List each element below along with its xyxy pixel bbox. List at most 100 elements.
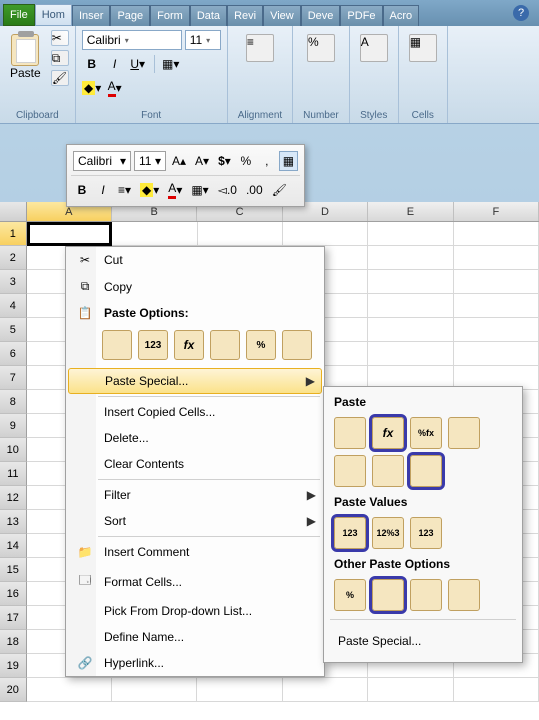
- fill-color-button[interactable]: ◆▾: [82, 78, 102, 98]
- ctx-sort[interactable]: Sort▶: [66, 508, 324, 534]
- cell[interactable]: [112, 222, 197, 246]
- mt-format-painter[interactable]: 🖌: [269, 180, 290, 200]
- mt-percent[interactable]: %: [237, 151, 255, 171]
- font-name-combo[interactable]: Calibri▾: [82, 30, 182, 50]
- row-header[interactable]: 7: [0, 366, 27, 390]
- number-icon[interactable]: %: [307, 34, 335, 62]
- ctx-define-name[interactable]: Define Name...: [66, 624, 324, 650]
- mt-currency[interactable]: $▾: [215, 151, 234, 171]
- row-header[interactable]: 16: [0, 582, 27, 606]
- paste-transpose-icon[interactable]: [210, 330, 240, 360]
- row-header[interactable]: 17: [0, 606, 27, 630]
- mt-bold[interactable]: B: [73, 180, 91, 200]
- ctx-format-cells[interactable]: 🗔Format Cells...: [66, 565, 324, 598]
- tab-acrobat[interactable]: Acro: [383, 5, 420, 26]
- select-all-corner[interactable]: [0, 202, 27, 221]
- copy-icon[interactable]: ⧉: [51, 50, 69, 66]
- sub-values-source-fmt[interactable]: 123: [410, 517, 442, 549]
- row-header[interactable]: 9: [0, 414, 27, 438]
- ctx-paste-special[interactable]: Paste Special... ▶: [68, 368, 322, 394]
- row-header[interactable]: 11: [0, 462, 27, 486]
- sub-values-number-fmt[interactable]: 12%3: [372, 517, 404, 549]
- ctx-pick-list[interactable]: Pick From Drop-down List...: [66, 598, 324, 624]
- row-header[interactable]: 3: [0, 270, 27, 294]
- sub-picture[interactable]: [410, 579, 442, 611]
- bold-button[interactable]: B: [82, 54, 102, 74]
- cell[interactable]: [368, 222, 453, 246]
- sub-paste-col-widths[interactable]: [372, 455, 404, 487]
- cell[interactable]: [197, 678, 282, 702]
- cell[interactable]: [368, 318, 453, 342]
- row-header[interactable]: 2: [0, 246, 27, 270]
- cell[interactable]: [454, 270, 539, 294]
- mt-size-combo[interactable]: 11▾: [134, 151, 166, 171]
- row-header[interactable]: 4: [0, 294, 27, 318]
- row-header[interactable]: 6: [0, 342, 27, 366]
- ctx-clear-contents[interactable]: Clear Contents: [66, 451, 324, 477]
- tab-page-layout[interactable]: Page: [110, 5, 150, 26]
- row-header[interactable]: 13: [0, 510, 27, 534]
- cell[interactable]: [454, 318, 539, 342]
- mt-align[interactable]: ≡▾: [115, 180, 134, 200]
- row-header[interactable]: 10: [0, 438, 27, 462]
- cell[interactable]: [368, 342, 453, 366]
- ctx-insert-copied[interactable]: Insert Copied Cells...: [66, 399, 324, 425]
- tab-developer[interactable]: Deve: [301, 5, 341, 26]
- row-header[interactable]: 5: [0, 318, 27, 342]
- cell[interactable]: [454, 246, 539, 270]
- cell[interactable]: [283, 222, 368, 246]
- cut-icon[interactable]: ✂: [51, 30, 69, 46]
- row-header[interactable]: 14: [0, 534, 27, 558]
- cell[interactable]: [368, 294, 453, 318]
- mt-font-color[interactable]: A▾: [165, 180, 185, 200]
- ctx-copy[interactable]: ⧉ Copy: [66, 273, 324, 300]
- mt-format-cells[interactable]: ▦: [279, 151, 298, 171]
- tab-formulas[interactable]: Form: [150, 5, 190, 26]
- cell[interactable]: [27, 678, 112, 702]
- tab-home[interactable]: Hom: [35, 4, 72, 26]
- cell[interactable]: [454, 342, 539, 366]
- mt-inc-decimal[interactable]: .00: [243, 180, 266, 200]
- font-color-button[interactable]: A▾: [105, 78, 125, 98]
- cell[interactable]: [368, 270, 453, 294]
- tab-file[interactable]: File: [3, 4, 35, 26]
- col-header-e[interactable]: E: [368, 202, 453, 221]
- cell[interactable]: [368, 678, 453, 702]
- paste-link-icon[interactable]: [282, 330, 312, 360]
- mt-dec-decimal[interactable]: ◅.0: [215, 180, 240, 200]
- sub-paste-link[interactable]: [372, 579, 404, 611]
- font-size-combo[interactable]: 11▾: [185, 30, 221, 50]
- cell[interactable]: [27, 222, 113, 246]
- row-header[interactable]: 18: [0, 630, 27, 654]
- paste-button[interactable]: Paste: [6, 30, 45, 84]
- tab-insert[interactable]: Inser: [72, 5, 110, 26]
- row-header[interactable]: 1: [0, 222, 27, 246]
- mt-borders[interactable]: ▦▾: [188, 180, 211, 200]
- cell[interactable]: [454, 222, 539, 246]
- format-painter-icon[interactable]: 🖌: [51, 70, 69, 86]
- help-icon[interactable]: ?: [513, 5, 529, 21]
- ctx-insert-comment[interactable]: 📁Insert Comment: [66, 539, 324, 565]
- sub-formatting[interactable]: %: [334, 579, 366, 611]
- alignment-icon[interactable]: ≡: [246, 34, 274, 62]
- row-header[interactable]: 19: [0, 654, 27, 678]
- mt-fill-color[interactable]: ◆▾: [137, 180, 162, 200]
- mt-font-combo[interactable]: Calibri▾: [73, 151, 131, 171]
- cells-icon[interactable]: ▦: [409, 34, 437, 62]
- sub-paste-no-borders[interactable]: [334, 455, 366, 487]
- ctx-hyperlink[interactable]: 🔗Hyperlink...: [66, 650, 324, 676]
- row-header[interactable]: 15: [0, 558, 27, 582]
- mt-grow-font[interactable]: A▴: [169, 151, 189, 171]
- sub-paste-all[interactable]: [334, 417, 366, 449]
- col-header-f[interactable]: F: [454, 202, 539, 221]
- sub-paste-formulas-fmt[interactable]: %fx: [410, 417, 442, 449]
- sub-linked-picture[interactable]: [448, 579, 480, 611]
- mt-italic[interactable]: I: [94, 180, 112, 200]
- mt-shrink-font[interactable]: A▾: [192, 151, 212, 171]
- mt-comma[interactable]: ,: [258, 151, 276, 171]
- tab-review[interactable]: Revi: [227, 5, 263, 26]
- cell[interactable]: [283, 678, 368, 702]
- borders-button[interactable]: ▦▾: [161, 54, 181, 74]
- paste-all-icon[interactable]: [102, 330, 132, 360]
- styles-icon[interactable]: A: [360, 34, 388, 62]
